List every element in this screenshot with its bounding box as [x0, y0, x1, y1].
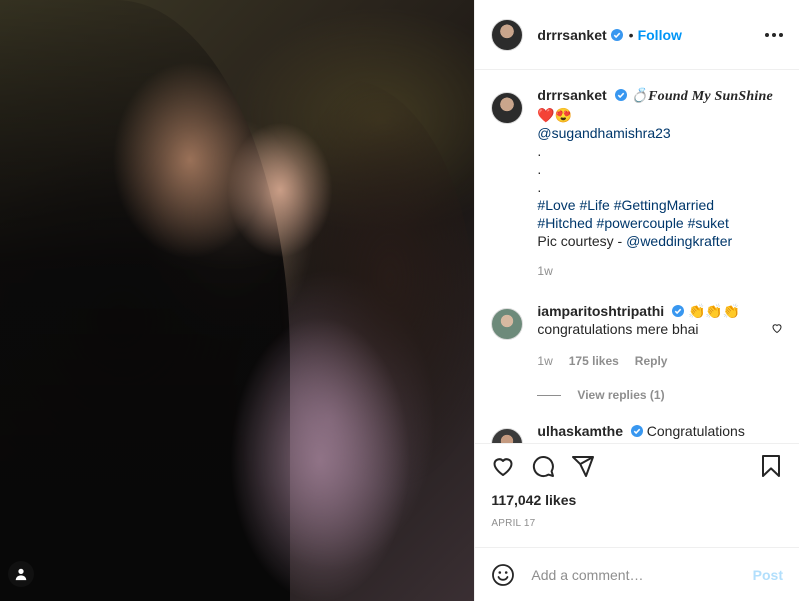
post-date[interactable]: APRIL 17 — [491, 518, 783, 529]
verified-badge-icon — [672, 305, 685, 317]
comment-username[interactable]: iamparitoshtripathi — [537, 303, 664, 319]
post-actions: 117,042 likes APRIL 17 — [475, 443, 799, 547]
caption-hashtags[interactable]: #Love #Life #GettingMarried — [537, 196, 783, 214]
caption-title: 💍Found My SunShine — [630, 89, 773, 104]
comment-emoji: 👏👏👏 — [687, 303, 741, 319]
view-replies-label: View replies (1) — [577, 388, 665, 402]
verified-badge-icon — [630, 425, 643, 437]
avatar[interactable] — [491, 428, 524, 443]
caption-meta: 1w — [537, 262, 783, 280]
comment-meta: 1w 175 likes Reply — [537, 352, 761, 370]
caption-credit: Pic courtesy - @weddingkrafter — [537, 232, 783, 250]
comment-body: congratulations mere bhai — [537, 321, 699, 337]
comment-like-icon[interactable] — [771, 322, 783, 334]
like-heart-icon[interactable] — [491, 454, 515, 478]
comment-input[interactable] — [529, 565, 753, 584]
avatar[interactable] — [491, 308, 524, 340]
comment-text: iamparitoshtripathi 👏👏👏 congratulations … — [537, 302, 761, 370]
post-photo[interactable] — [0, 0, 475, 601]
post-username[interactable]: drrrsanket — [537, 27, 606, 43]
share-send-icon[interactable] — [571, 454, 595, 478]
comments-list[interactable]: drrrsanket 💍Found My SunShine ❤️😍 @sugan… — [475, 70, 799, 443]
verified-badge-icon — [610, 28, 623, 41]
post-sidebar: drrrsanket • Follow drrrsanket 💍Found My… — [474, 0, 799, 601]
likes-count[interactable]: 117,042 likes — [491, 492, 783, 508]
comment-like-icon[interactable] — [771, 442, 783, 443]
post-comment-button[interactable]: Post — [753, 567, 783, 583]
avatar[interactable] — [491, 92, 524, 124]
follow-button[interactable]: Follow — [638, 27, 682, 43]
caption-mention[interactable]: @sugandhamishra23 — [537, 124, 783, 142]
caption-text: drrrsanket 💍Found My SunShine ❤️😍 @sugan… — [537, 86, 783, 280]
replies-divider — [537, 394, 562, 396]
caption-credit-mention[interactable]: @weddingkrafter — [626, 233, 732, 249]
reply-button[interactable]: Reply — [635, 352, 668, 370]
caption-emojis: ❤️😍 — [537, 107, 573, 123]
caption-dot: . — [537, 161, 542, 177]
comment-item: ulhaskamthe Congratulations — [491, 422, 783, 443]
caption: drrrsanket 💍Found My SunShine ❤️😍 @sugan… — [491, 86, 783, 280]
comment-bubble-icon[interactable] — [531, 454, 555, 478]
comment-body: Congratulations — [646, 423, 745, 439]
comment-composer: Post — [475, 547, 799, 601]
verified-badge-icon — [614, 89, 627, 101]
comment-username[interactable]: ulhaskamthe — [537, 423, 623, 439]
emoji-picker-icon[interactable] — [491, 563, 515, 587]
user-icon — [15, 568, 27, 581]
view-replies-button[interactable]: View replies (1) — [537, 388, 783, 402]
comment-item: iamparitoshtripathi 👏👏👏 congratulations … — [491, 302, 783, 370]
tagged-users-button[interactable] — [8, 561, 34, 587]
post-header: drrrsanket • Follow — [475, 0, 799, 70]
caption-hashtags[interactable]: #Hitched #powercouple #suket — [537, 214, 783, 232]
post-modal: drrrsanket • Follow drrrsanket 💍Found My… — [0, 0, 799, 601]
caption-time[interactable]: 1w — [537, 262, 552, 280]
caption-dot: . — [537, 179, 542, 195]
comment-time[interactable]: 1w — [537, 352, 552, 370]
bookmark-save-icon[interactable] — [759, 454, 783, 478]
photo-subject-woman — [190, 80, 475, 601]
caption-dot: . — [537, 143, 542, 159]
comment-likes[interactable]: 175 likes — [569, 352, 619, 370]
caption-credit-prefix: Pic courtesy - — [537, 233, 627, 249]
caption-username[interactable]: drrrsanket — [537, 87, 606, 103]
separator-dot: • — [628, 26, 634, 43]
comment-text: ulhaskamthe Congratulations — [537, 422, 761, 440]
more-options-icon[interactable] — [765, 32, 783, 37]
action-icons — [491, 454, 783, 478]
avatar[interactable] — [491, 18, 524, 51]
